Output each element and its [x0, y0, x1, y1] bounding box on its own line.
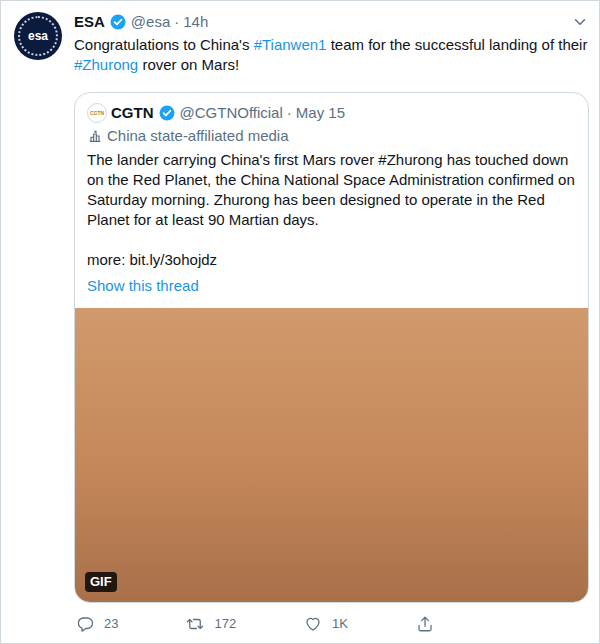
affiliation-label[interactable]: China state-affiliated media: [87, 126, 576, 146]
hashtag-link[interactable]: #Zhurong: [74, 56, 138, 73]
text-segment: team for the successful landing of their: [326, 36, 587, 53]
tweet-header: ESA @esa · 14h: [74, 12, 589, 32]
author-handle[interactable]: @CGTNOfficial: [180, 103, 283, 123]
author-name[interactable]: CGTN: [111, 103, 154, 123]
action-bar: 23 172 1K: [74, 613, 456, 635]
verified-icon: [109, 13, 127, 31]
quoted-link[interactable]: more: bit.ly/3ohojdz: [87, 250, 576, 270]
quoted-tweet[interactable]: CGTN CGTN @CGTNOfficial · May 15 China s…: [74, 92, 589, 603]
tweet-time[interactable]: May 15: [296, 103, 345, 123]
text-segment: rover on Mars!: [138, 56, 239, 73]
retweet-icon: [186, 615, 204, 633]
logo-text: esa: [28, 29, 48, 43]
esa-avatar[interactable]: esa: [14, 12, 62, 60]
share-button[interactable]: [416, 613, 456, 635]
retweet-button[interactable]: 172: [186, 613, 236, 635]
share-icon: [416, 615, 434, 633]
quoted-text: The lander carrying China's first Mars r…: [87, 150, 576, 230]
tweet-body: ESA @esa · 14h Congratulations to China'…: [74, 12, 589, 635]
media-gif[interactable]: GIF: [75, 308, 588, 602]
reply-icon: [76, 615, 94, 633]
quoted-header: CGTN CGTN @CGTNOfficial · May 15: [87, 103, 576, 123]
tweet-frame: esa ESA @esa · 14h Congratulations to Ch…: [0, 0, 600, 644]
podium-icon: [87, 128, 103, 144]
gif-badge: GIF: [85, 572, 117, 592]
action-count: 172: [214, 616, 236, 632]
tweet-text: Congratulations to China's #Tianwen1 tea…: [74, 35, 589, 75]
show-thread-link[interactable]: Show this thread: [87, 276, 576, 296]
chevron-down-icon[interactable]: [571, 13, 589, 31]
action-count: 23: [104, 616, 118, 632]
tweet-time[interactable]: 14h: [183, 12, 208, 32]
verified-icon: [158, 104, 176, 122]
author-handle[interactable]: @esa: [131, 12, 170, 32]
cgtn-avatar[interactable]: CGTN: [87, 103, 107, 123]
logo-text: CGTN: [90, 111, 104, 116]
separator: ·: [287, 103, 292, 123]
hashtag-link[interactable]: #Tianwen1: [254, 36, 327, 53]
text-segment: Congratulations to China's: [74, 36, 254, 53]
reply-button[interactable]: 23: [76, 613, 118, 635]
author-name[interactable]: ESA: [74, 12, 105, 32]
action-count: 1K: [332, 616, 348, 632]
separator: ·: [174, 12, 179, 32]
tweet[interactable]: esa ESA @esa · 14h Congratulations to Ch…: [1, 1, 599, 635]
heart-icon: [304, 615, 322, 633]
like-button[interactable]: 1K: [304, 613, 348, 635]
